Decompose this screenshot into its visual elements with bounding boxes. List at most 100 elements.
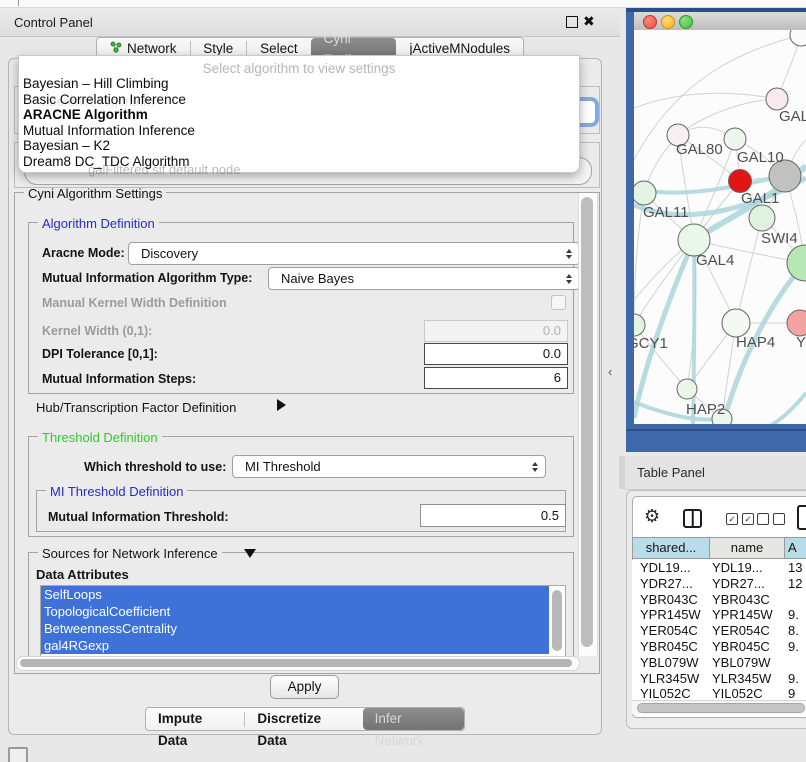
combo-stepper-icon — [566, 249, 572, 259]
algorithm-dropdown-popup: Select algorithm to view settings Bayesi… — [18, 55, 580, 173]
close-icon[interactable]: ✖ — [583, 13, 595, 30]
table-cell: 9 — [788, 686, 806, 700]
table-cell: 8. — [788, 623, 806, 639]
which-threshold-combo[interactable]: MI Threshold — [232, 455, 546, 478]
table-cell: YDL19... — [712, 560, 788, 576]
table-cell: YBL079W — [712, 655, 788, 671]
column-header-partial[interactable]: A — [784, 537, 806, 559]
table-row[interactable]: YPR145WYPR145W9. — [632, 607, 806, 623]
node-label: GAL10 — [737, 149, 784, 166]
network-node[interactable] — [724, 128, 746, 150]
network-edge[interactable] — [634, 93, 777, 108]
tab-impute-data[interactable]: Impute Data — [146, 708, 244, 730]
dpi-tolerance-field[interactable]: 0.0 — [424, 343, 568, 365]
list-scrollbar-thumb[interactable] — [552, 590, 562, 651]
network-node[interactable] — [722, 309, 750, 337]
node-label: GCY1 — [634, 335, 668, 352]
aracne-mode-combo[interactable]: Discovery — [128, 242, 580, 265]
table-row[interactable]: YDL19...YDL19...13 — [632, 560, 806, 576]
algorithm-definition-title: Algorithm Definition — [38, 216, 159, 231]
table-cell: YBR045C — [632, 639, 712, 655]
apply-button[interactable]: Apply — [270, 675, 339, 699]
table-row[interactable]: YBL079WYBL079W — [632, 655, 806, 671]
table-cell: YDR27... — [712, 576, 788, 592]
minimize-traffic-light-icon[interactable] — [661, 15, 675, 29]
network-node[interactable] — [634, 181, 656, 205]
table-cell: YLR345W — [632, 671, 712, 687]
table-cell: YBR043C — [712, 592, 788, 608]
table-cell: YPR145W — [632, 607, 712, 623]
network-node[interactable] — [787, 310, 806, 336]
tab-discretize-data[interactable]: Discretize Data — [245, 708, 362, 730]
gear-icon[interactable]: ⚙ — [644, 506, 660, 527]
column-header-name[interactable]: name — [709, 537, 784, 559]
data-attributes-label: Data Attributes — [36, 567, 129, 582]
mi-threshold-group-title: MI Threshold Definition — [46, 484, 187, 499]
close-traffic-light-icon[interactable] — [643, 15, 657, 29]
table-panel-title: Table Panel — [637, 465, 705, 480]
algorithm-option[interactable]: ARACNE Algorithm — [19, 107, 579, 123]
algorithm-option[interactable]: Mutual Information Inference — [19, 123, 579, 139]
zoom-traffic-light-icon[interactable] — [679, 15, 693, 29]
data-attribute-item[interactable]: gal4RGexp — [41, 637, 549, 654]
node-label: HAP4 — [736, 334, 775, 351]
network-node[interactable] — [790, 30, 806, 46]
kernel-width-field[interactable]: 0.0 — [424, 320, 568, 342]
network-canvas[interactable]: GALGAL80GAL10GAL1GAL11SWI4GAL4GCY1HAP4YH… — [634, 30, 806, 424]
which-threshold-label: Which threshold to use: — [84, 460, 226, 474]
data-attribute-item[interactable]: BetweennessCentrality — [41, 620, 549, 637]
network-edge-thick[interactable] — [770, 393, 806, 424]
network-graph: GALGAL80GAL10GAL1GAL11SWI4GAL4GCY1HAP4YH… — [634, 30, 806, 424]
column-browser-icon[interactable] — [683, 509, 702, 528]
table-row[interactable]: YBR043CYBR043C — [632, 592, 806, 608]
app-root: Control Panel ✖ Network Style Select Cyn… — [0, 0, 806, 762]
network-edge[interactable] — [736, 218, 762, 323]
table-row[interactable]: YER054CYER054C8. — [632, 623, 806, 639]
table-cell: YDR27... — [632, 576, 712, 592]
table-cell: YPR145W — [712, 607, 788, 623]
float-window-icon[interactable] — [566, 16, 578, 28]
table-row[interactable]: YIL052CYIL052C9 — [632, 686, 806, 700]
expand-right-icon[interactable] — [277, 399, 286, 411]
mi-steps-label: Mutual Information Steps: — [42, 372, 196, 386]
algorithm-option[interactable]: Bayesian – Hill Climbing — [19, 76, 579, 92]
hub-definition-label: Hub/Transcription Factor Definition — [36, 400, 236, 415]
table-row[interactable]: YLR345WYLR345W9. — [632, 671, 806, 687]
table-row[interactable]: YBR045CYBR045C9. — [632, 639, 806, 655]
mi-threshold-field[interactable]: 0.5 — [420, 504, 566, 527]
combo-stepper-icon — [532, 462, 538, 472]
table-hscrollbar-thumb[interactable] — [637, 703, 805, 713]
split-pane-collapse-icon[interactable]: ‹ — [608, 364, 612, 379]
network-node[interactable] — [677, 379, 697, 399]
network-node[interactable] — [749, 205, 775, 231]
deselect-all-columns-icon[interactable] — [757, 513, 785, 525]
table-cell: YBR045C — [712, 639, 788, 655]
data-attributes-list: SelfLoopsTopologicalCoefficientBetweenne… — [40, 585, 566, 658]
minimized-panel-icon[interactable] — [8, 747, 28, 762]
mi-type-combo[interactable]: Naive Bayes — [268, 267, 580, 290]
data-attribute-item[interactable]: TopologicalCoefficient — [41, 603, 549, 620]
function-builder-icon[interactable] — [797, 505, 806, 530]
popup-placeholder: Select algorithm to view settings — [19, 56, 579, 76]
table-cell: YBL079W — [632, 655, 712, 671]
collapse-down-icon[interactable] — [244, 549, 256, 558]
network-node[interactable] — [766, 88, 788, 110]
select-all-columns-icon[interactable]: ✓✓ — [726, 513, 754, 525]
algorithm-option[interactable]: Bayesian – K2 — [19, 138, 579, 154]
network-node[interactable] — [634, 314, 645, 336]
settings-hscrollbar-thumb[interactable] — [20, 659, 572, 667]
settings-vscrollbar-thumb[interactable] — [581, 197, 593, 647]
column-header-shared-name[interactable]: shared... — [632, 537, 709, 559]
manual-kernel-checkbox[interactable] — [551, 295, 566, 310]
sources-group-title: Sources for Network Inference — [38, 546, 222, 561]
manual-kernel-label: Manual Kernel Width Definition — [42, 296, 227, 310]
network-edge[interactable] — [678, 99, 777, 135]
ghost-inference-algorithm-label: Inference Algorithm — [42, 94, 154, 109]
data-attribute-item[interactable]: SelfLoops — [41, 586, 549, 603]
network-window-titlebar[interactable] — [634, 12, 806, 31]
table-row[interactable]: YDR27...YDR27...12 — [632, 576, 806, 592]
tab-infer-network[interactable]: Infer Network — [363, 708, 464, 730]
mi-steps-field[interactable]: 6 — [424, 367, 568, 389]
network-node[interactable] — [787, 245, 806, 281]
node-label: GAL1 — [741, 190, 779, 207]
